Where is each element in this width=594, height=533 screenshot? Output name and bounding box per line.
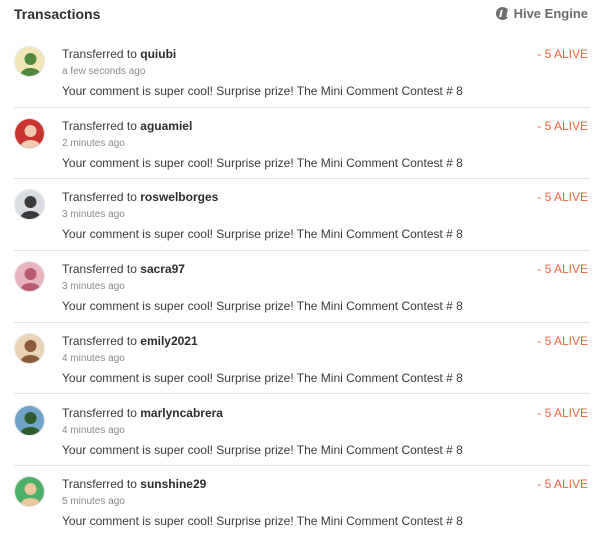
- recipient-username[interactable]: sacra97: [140, 262, 185, 276]
- avatar-head: [24, 411, 37, 424]
- user-avatar[interactable]: [14, 189, 45, 221]
- transaction-amount: - 5 ALIVE: [537, 333, 588, 348]
- transaction-memo: Your comment is super cool! Surprise pri…: [62, 227, 463, 242]
- transactions-panel: Transactions Hive Engine Transferred to …: [0, 0, 594, 533]
- transaction-row: Transferred to marlyncabrera 4 minutes ag…: [0, 395, 594, 467]
- avatar-image: [15, 477, 44, 507]
- transfer-prefix: Transferred to: [62, 262, 137, 277]
- user-avatar[interactable]: [14, 46, 45, 77]
- transaction-time: a few seconds ago: [62, 66, 146, 77]
- transfer-line: Transferred to emily2021: [62, 334, 198, 348]
- transaction-amount: - 5 ALIVE: [537, 262, 588, 277]
- transaction-amount: - 5 ALIVE: [537, 47, 588, 61]
- transaction-memo: Your comment is super cool! Surprise pri…: [62, 442, 463, 457]
- avatar-head: [24, 196, 37, 209]
- transaction-time: 4 minutes ago: [62, 352, 125, 364]
- transfer-prefix: Transferred to: [62, 47, 137, 61]
- transaction-row: Transferred to aguamiel 2 minutes ago Your…: [0, 108, 594, 180]
- transfer-prefix: Transferred to: [62, 333, 137, 348]
- transfer-prefix: Transferred to: [62, 190, 137, 205]
- transfer-line: Transferred to sunshine29: [62, 477, 206, 491]
- avatar-head: [24, 483, 37, 496]
- transfer-line: Transferred to quiubi: [62, 47, 176, 61]
- transaction-time: 3 minutes ago: [62, 281, 125, 293]
- transaction-amount: - 5 ALIVE: [537, 190, 588, 205]
- user-avatar[interactable]: [14, 476, 45, 508]
- transfer-line: Transferred to sacra97: [62, 262, 185, 276]
- recipient-username[interactable]: sunshine29: [140, 477, 206, 491]
- transaction-time: 4 minutes ago: [62, 424, 125, 436]
- avatar-head: [24, 339, 37, 352]
- avatar-image: [15, 118, 44, 148]
- avatar-image: [15, 47, 44, 76]
- avatar-head: [24, 53, 37, 65]
- transaction-row: Transferred to sunshine29 5 minutes ago Yo…: [0, 466, 594, 533]
- hive-engine-icon: [495, 7, 509, 20]
- transaction-memo: Your comment is super cool! Surprise pri…: [62, 514, 463, 529]
- transfer-line: Transferred to aguamiel: [62, 119, 192, 133]
- recipient-username[interactable]: aguamiel: [140, 119, 192, 133]
- transaction-amount: - 5 ALIVE: [537, 405, 588, 420]
- transfer-line: Transferred to marlyncabrera: [62, 406, 223, 420]
- panel-title: Transactions: [14, 6, 101, 22]
- user-avatar[interactable]: [14, 261, 45, 293]
- transaction-memo: Your comment is super cool! Surprise pri…: [62, 370, 463, 385]
- recipient-username[interactable]: quiubi: [140, 47, 176, 61]
- avatar-head: [24, 268, 37, 281]
- transfer-prefix: Transferred to: [62, 477, 137, 492]
- user-avatar[interactable]: [14, 404, 45, 436]
- recipient-username[interactable]: marlyncabrera: [140, 406, 223, 420]
- transfer-line: Transferred to roswelborges: [62, 190, 218, 204]
- transfer-prefix: Transferred to: [62, 118, 137, 133]
- recipient-username[interactable]: roswelborges: [140, 190, 218, 204]
- transaction-amount: - 5 ALIVE: [537, 477, 588, 492]
- avatar-image: [15, 262, 44, 292]
- transaction-time: 2 minutes ago: [62, 137, 125, 149]
- hive-engine-link[interactable]: Hive Engine: [495, 6, 588, 21]
- transaction-memo: Your comment is super cool! Surprise pri…: [62, 299, 463, 314]
- avatar-image: [15, 405, 44, 435]
- transaction-memo: Your comment is super cool! Surprise pri…: [62, 84, 463, 98]
- transaction-row: Transferred to quiubi a few seconds ago Yo…: [0, 36, 594, 108]
- transaction-row: Transferred to emily2021 4 minutes ago You…: [0, 323, 594, 395]
- transaction-time: 3 minutes ago: [62, 209, 125, 221]
- avatar-image: [15, 333, 44, 363]
- avatar-head: [24, 124, 37, 137]
- avatar-image: [15, 190, 44, 220]
- panel-header: Transactions Hive Engine: [0, 0, 594, 30]
- transaction-amount: - 5 ALIVE: [537, 118, 588, 133]
- transfer-prefix: Transferred to: [62, 405, 137, 420]
- user-avatar[interactable]: [14, 332, 45, 364]
- hive-engine-label: Hive Engine: [513, 6, 588, 21]
- transaction-row: Transferred to roswelborges 3 minutes ago…: [0, 179, 594, 252]
- transaction-time: 5 minutes ago: [62, 496, 125, 508]
- transaction-row: Transferred to sacra97 3 minutes ago Your …: [0, 251, 594, 323]
- transaction-memo: Your comment is super cool! Surprise pri…: [62, 155, 463, 170]
- user-avatar[interactable]: [14, 117, 45, 149]
- recipient-username[interactable]: emily2021: [140, 334, 197, 348]
